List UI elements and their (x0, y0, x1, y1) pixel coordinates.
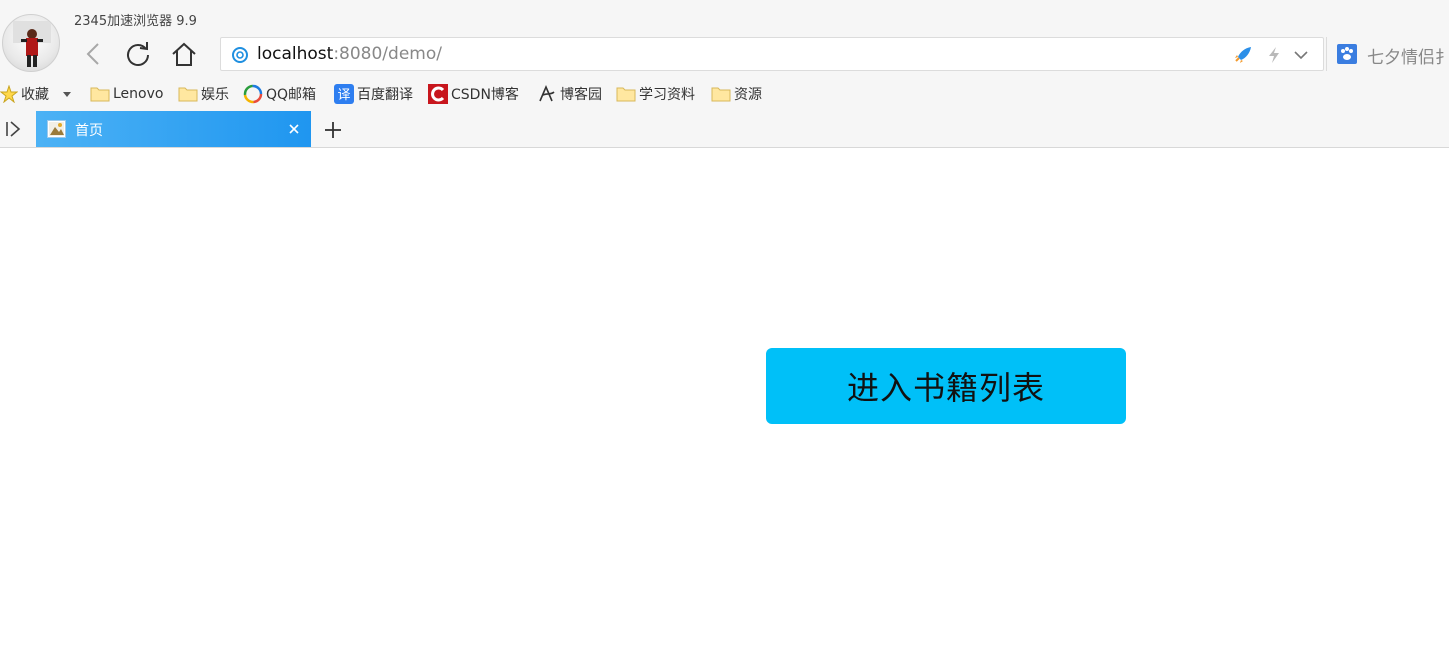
search-box[interactable]: 七夕情侣扌 (1326, 37, 1449, 71)
bookmark-label: 博客园 (560, 87, 602, 103)
reload-icon (127, 42, 149, 66)
svg-text:译: 译 (337, 88, 350, 103)
tab-bar: 首页 (0, 111, 1449, 147)
lightning-icon[interactable] (1267, 46, 1281, 68)
bookmark-qq-mail[interactable]: QQ邮箱 (243, 83, 316, 105)
close-icon[interactable] (287, 121, 301, 140)
browser-chrome: 2345加速浏览器 9.9 localhost:8080/demo/ 七夕情侣扌… (0, 0, 1449, 148)
bookmark-cnblogs[interactable]: 博客园 (537, 83, 602, 105)
folder-icon (90, 86, 110, 102)
new-tab-plus-icon[interactable] (322, 119, 344, 145)
bookmark-label: 娱乐 (201, 87, 229, 103)
bookmark-baidu-translate[interactable]: 译 百度翻译 (334, 83, 413, 105)
favorites-dropdown[interactable] (62, 83, 75, 105)
search-suggestion-text: 七夕情侣扌 (1367, 48, 1449, 68)
chevron-down-icon[interactable] (1293, 47, 1309, 66)
address-bar[interactable]: localhost:8080/demo/ (220, 37, 1324, 71)
chevron-left-icon (86, 43, 99, 65)
bookmark-label: 资源 (734, 87, 762, 103)
cnblogs-icon (537, 84, 557, 104)
csdn-icon (428, 84, 448, 104)
address-url[interactable]: localhost:8080/demo/ (257, 44, 442, 64)
security-shield-icon (231, 46, 249, 68)
folder-icon (178, 86, 198, 102)
baidu-paw-icon (1337, 44, 1357, 68)
bookmarks-bar: 收藏 Lenovo 娱乐 QQ邮箱 译 百度翻译 CSDN博客 博客园 学习资料… (0, 80, 1449, 106)
avatar-figure-icon (13, 21, 51, 67)
bookmark-label: 百度翻译 (357, 87, 413, 103)
reload-button[interactable] (122, 38, 154, 70)
window-title: 2345加速浏览器 9.9 (74, 14, 197, 29)
bookmark-study-materials[interactable]: 学习资料 (616, 83, 695, 105)
address-host: localhost (257, 44, 334, 64)
page-viewport: 进入书籍列表 (0, 148, 1449, 672)
enter-book-list-button[interactable]: 进入书籍列表 (766, 348, 1126, 424)
address-path: :8080/demo/ (333, 44, 442, 64)
folder-icon (616, 86, 636, 102)
bookmark-label: Lenovo (113, 86, 164, 102)
tab-label: 首页 (75, 123, 103, 139)
tab-home[interactable]: 首页 (36, 111, 311, 147)
tab-favicon-icon (47, 120, 66, 138)
dropdown-caret-icon (62, 89, 72, 99)
home-icon (172, 42, 196, 66)
folder-icon (711, 86, 731, 102)
user-avatar[interactable] (2, 14, 60, 72)
baidu-translate-icon: 译 (334, 84, 354, 104)
qq-mail-icon (243, 84, 263, 104)
back-button[interactable] (78, 38, 110, 70)
star-icon (0, 85, 18, 103)
rocket-icon[interactable] (1233, 46, 1253, 68)
bookmark-resources[interactable]: 资源 (711, 83, 762, 105)
sidebar-toggle-icon[interactable] (4, 120, 22, 142)
bookmark-lenovo[interactable]: Lenovo (90, 83, 163, 105)
bookmark-label: QQ邮箱 (266, 87, 317, 103)
bookmark-label: 学习资料 (639, 87, 695, 103)
bookmark-entertainment[interactable]: 娱乐 (178, 83, 229, 105)
bookmark-label: CSDN博客 (451, 87, 519, 103)
bookmark-csdn[interactable]: CSDN博客 (428, 83, 519, 105)
home-button[interactable] (168, 38, 200, 70)
bookmark-favorites[interactable]: 收藏 (0, 83, 49, 105)
bookmark-label: 收藏 (21, 87, 49, 103)
